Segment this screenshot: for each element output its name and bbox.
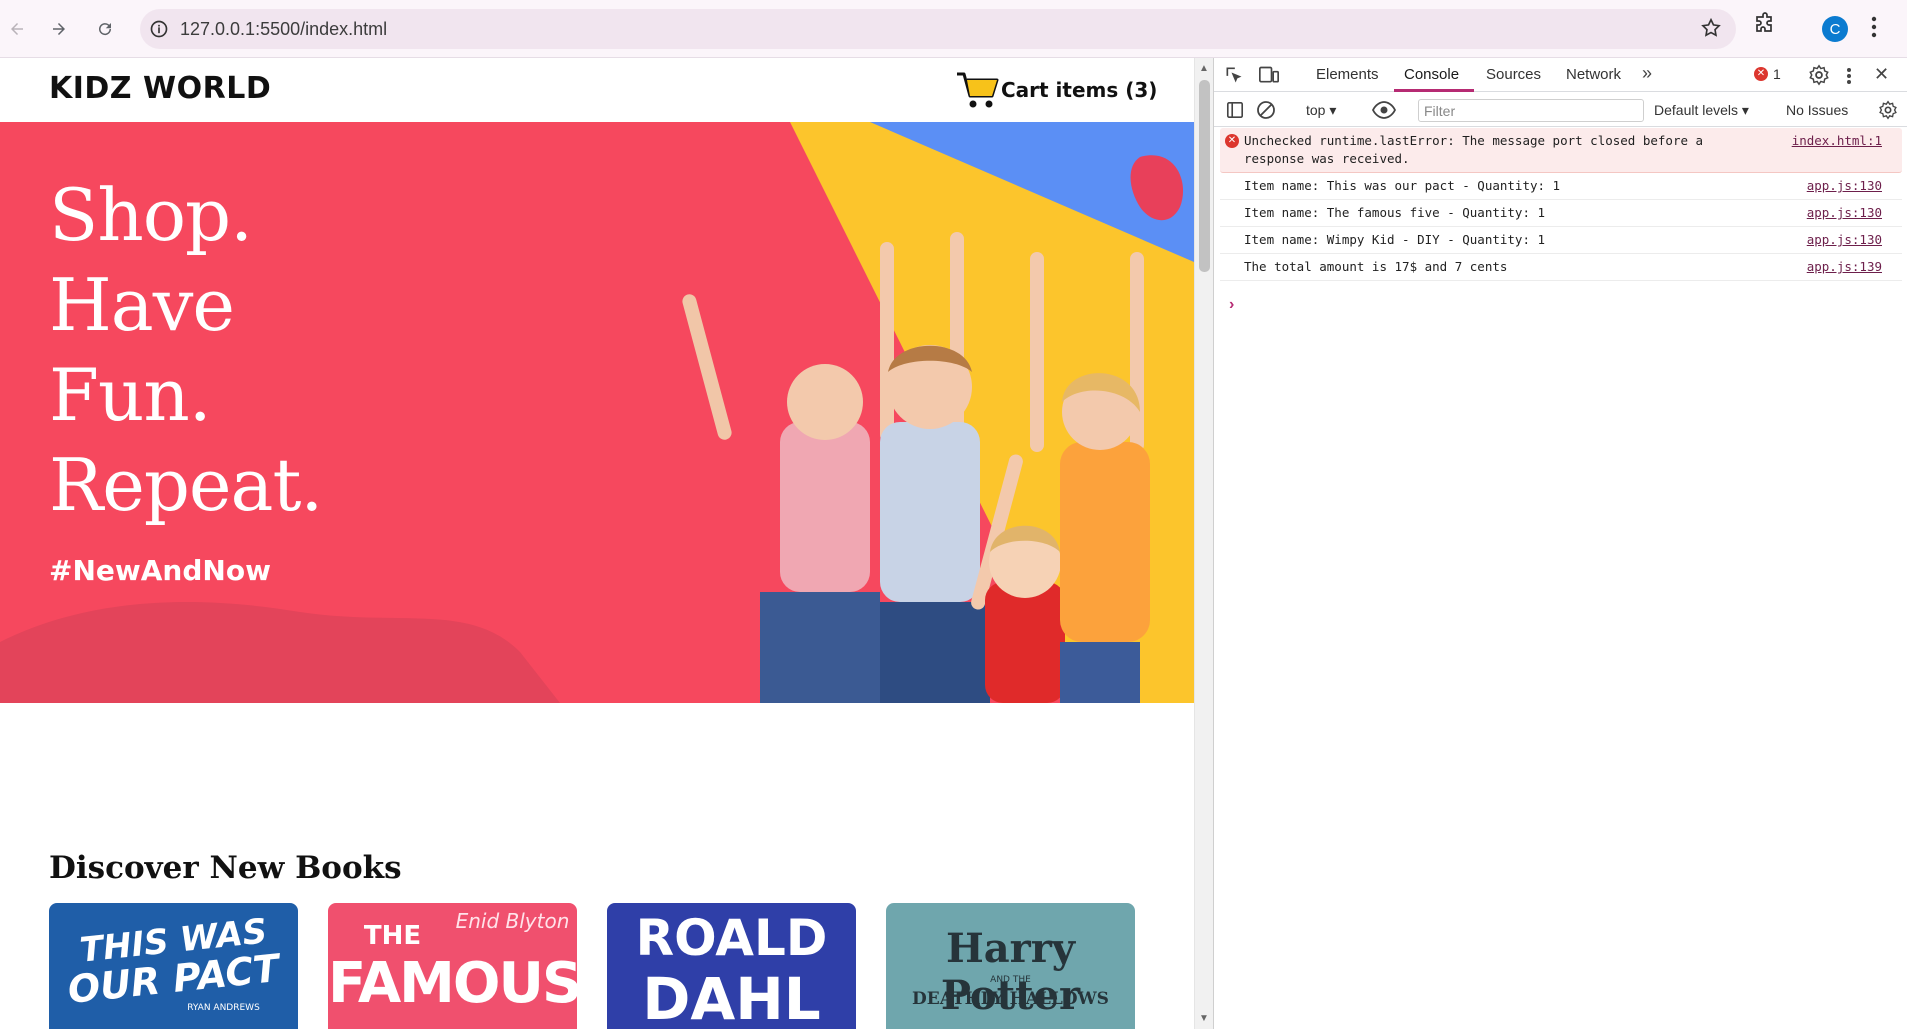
page-viewport: KIDZ WORLD Cart items (3) Shop. Have Fun…	[0, 58, 1194, 1029]
hero-headline: Shop. Have Fun. Repeat.	[49, 170, 323, 530]
arrow-left-icon	[11, 23, 23, 35]
context-value: top	[1306, 102, 1326, 118]
site-header: KIDZ WORLD Cart items (3)	[0, 58, 1194, 122]
console-message: Unchecked runtime.lastError: The message…	[1244, 133, 1704, 166]
section-title: Discover New Books	[49, 850, 402, 886]
browser-toolbar: 127.0.0.1:5500/index.html C	[0, 0, 1907, 58]
hero-banner: Shop. Have Fun. Repeat. #NewAndNow	[0, 122, 1194, 703]
book-card[interactable]: Enid Blyton THE FAMOUS	[328, 903, 577, 1029]
error-icon: ✕	[1225, 134, 1239, 148]
console-source-link[interactable]: app.js:130	[1807, 177, 1882, 195]
tab-network[interactable]: Network	[1566, 66, 1621, 83]
console-source-link[interactable]: app.js:139	[1807, 258, 1882, 276]
console-message: The total amount is 17$ and 7 cents	[1244, 259, 1508, 274]
devtools-tabbar: Elements Console Sources Network » ✕ 1 ✕	[1214, 58, 1907, 92]
reload-button[interactable]	[88, 12, 122, 46]
arrow-right-icon	[53, 23, 65, 35]
book-cover-title: FAMOUS	[328, 951, 577, 1016]
console-filter-input[interactable]: Filter	[1418, 99, 1644, 122]
log-levels-select[interactable]: Default levels ▾	[1654, 102, 1749, 119]
devtools-menu-icon[interactable]	[1846, 66, 1852, 91]
console-source-link[interactable]: app.js:130	[1807, 204, 1882, 222]
book-cover-title: DEATHLY HALLOWS	[912, 989, 1109, 1009]
scroll-down-arrow-icon[interactable]: ▼	[1199, 1013, 1209, 1024]
page-scrollbar[interactable]: ▲ ▼	[1194, 58, 1213, 1029]
reload-icon	[99, 23, 112, 36]
console-log-row[interactable]: The total amount is 17$ and 7 cents app.…	[1220, 254, 1902, 281]
more-tabs-chevron-icon[interactable]: »	[1642, 63, 1652, 84]
settings-gear-icon[interactable]	[1808, 64, 1830, 91]
context-select[interactable]: top ▾	[1306, 102, 1336, 119]
info-icon[interactable]	[148, 18, 170, 40]
console-log-row[interactable]: Item name: The famous five - Quantity: 1…	[1220, 200, 1902, 227]
back-button[interactable]	[0, 12, 34, 46]
inspect-element-icon[interactable]	[1224, 65, 1244, 90]
console-log-row[interactable]: Item name: This was our pact - Quantity:…	[1220, 173, 1902, 200]
book-card[interactable]: Harry Potter AND THE DEATHLY HALLOWS	[886, 903, 1135, 1029]
sidebar-toggle-icon[interactable]	[1226, 101, 1244, 124]
address-bar[interactable]: 127.0.0.1:5500/index.html	[140, 9, 1736, 49]
close-devtools-icon[interactable]: ✕	[1874, 64, 1889, 85]
hero-line: Shop.	[49, 173, 253, 257]
scrollbar-thumb[interactable]	[1199, 80, 1210, 272]
shopping-cart-icon	[957, 72, 999, 108]
console-message: Item name: Wimpy Kid - DIY - Quantity: 1	[1244, 232, 1546, 247]
extensions-puzzle-icon[interactable]	[1753, 12, 1777, 41]
book-cover-title: THE	[363, 921, 422, 951]
error-icon: ✕	[1754, 67, 1768, 81]
book-card[interactable]: ROALD DAHL	[607, 903, 856, 1029]
book-cover-title: ROALD	[635, 909, 828, 967]
book-cover-subtitle: AND THE	[990, 975, 1031, 985]
tab-sources[interactable]: Sources	[1486, 66, 1541, 83]
browser-menu-icon[interactable]	[1870, 14, 1878, 45]
forward-button[interactable]	[42, 12, 76, 46]
live-expression-eye-icon[interactable]	[1371, 101, 1397, 124]
devtools-panel: Elements Console Sources Network » ✕ 1 ✕…	[1213, 58, 1907, 1029]
console-source-link[interactable]: index.html:1	[1792, 132, 1882, 150]
console-toolbar: top ▾ Filter Default levels ▾ No Issues	[1214, 93, 1907, 127]
console-prompt-chevron-icon[interactable]: ›	[1229, 296, 1234, 314]
book-card[interactable]: THIS WAS OUR PACT RYAN ANDREWS	[49, 903, 298, 1029]
console-settings-gear-icon[interactable]	[1878, 100, 1898, 125]
bookmark-star-icon[interactable]	[1700, 17, 1722, 44]
hero-line: Fun.	[49, 353, 212, 437]
error-count: 1	[1773, 66, 1781, 82]
console-message: Item name: The famous five - Quantity: 1	[1244, 205, 1546, 220]
tab-console[interactable]: Console	[1404, 66, 1459, 83]
url-text[interactable]: 127.0.0.1:5500/index.html	[180, 19, 387, 40]
error-counter[interactable]: ✕ 1	[1754, 66, 1781, 82]
console-message: Item name: This was our pact - Quantity:…	[1244, 178, 1561, 193]
hero-line: Have	[49, 263, 235, 347]
device-toolbar-icon[interactable]	[1258, 65, 1280, 90]
hero-hashtag: #NewAndNow	[49, 554, 271, 587]
issues-button[interactable]: No Issues	[1786, 102, 1848, 118]
book-cover-title: DAHL	[642, 965, 821, 1029]
console-error-row[interactable]: ✕ Unchecked runtime.lastError: The messa…	[1220, 128, 1902, 173]
tab-elements[interactable]: Elements	[1316, 66, 1379, 83]
console-source-link[interactable]: app.js:130	[1807, 231, 1882, 249]
profile-avatar[interactable]: C	[1822, 16, 1848, 42]
cart-button[interactable]: Cart items (3)	[955, 70, 1157, 110]
console-output: ✕ Unchecked runtime.lastError: The messa…	[1214, 128, 1907, 281]
book-list: THIS WAS OUR PACT RYAN ANDREWS Enid Blyt…	[49, 903, 1135, 1029]
active-tab-indicator	[1394, 89, 1474, 92]
scroll-up-arrow-icon[interactable]: ▲	[1199, 63, 1209, 74]
hero-line: Repeat.	[49, 443, 323, 527]
clear-console-icon[interactable]	[1256, 100, 1276, 125]
site-logo[interactable]: KIDZ WORLD	[49, 71, 271, 106]
console-log-row[interactable]: Item name: Wimpy Kid - DIY - Quantity: 1…	[1220, 227, 1902, 254]
book-cover-author: RYAN ANDREWS	[187, 1003, 260, 1013]
log-levels-value: Default levels	[1654, 102, 1739, 118]
cart-items-label: Cart items (3)	[1001, 78, 1158, 102]
